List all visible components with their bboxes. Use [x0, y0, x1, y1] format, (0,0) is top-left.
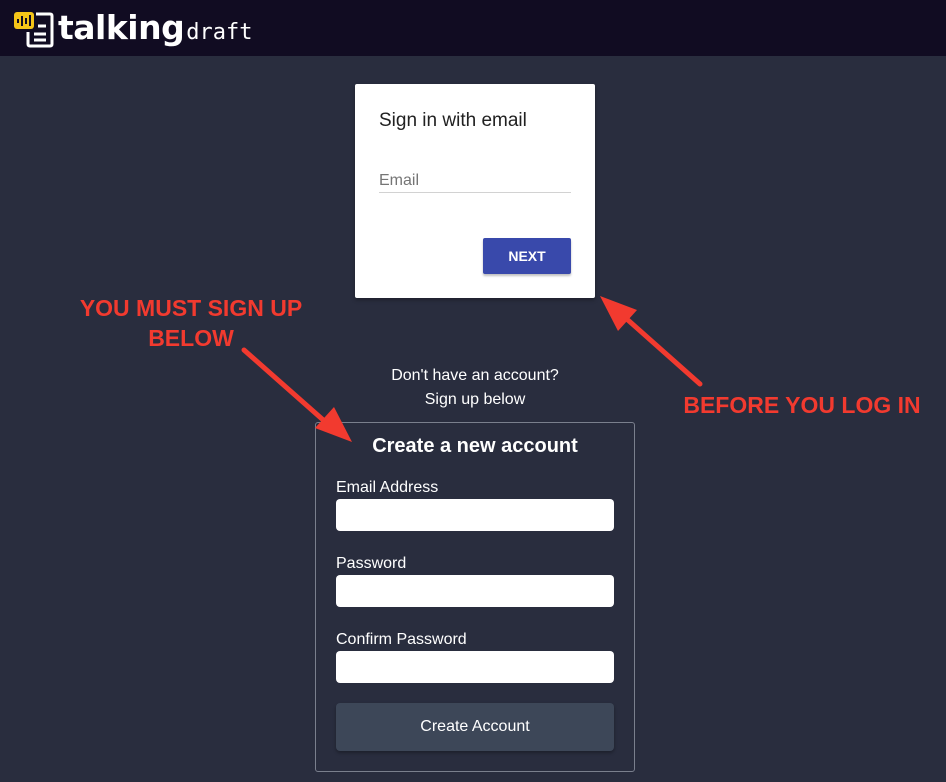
annotation-arrows [241, 296, 703, 442]
arrow-to-signin-card-icon [600, 296, 703, 387]
arrow-to-create-account-icon [241, 347, 352, 442]
